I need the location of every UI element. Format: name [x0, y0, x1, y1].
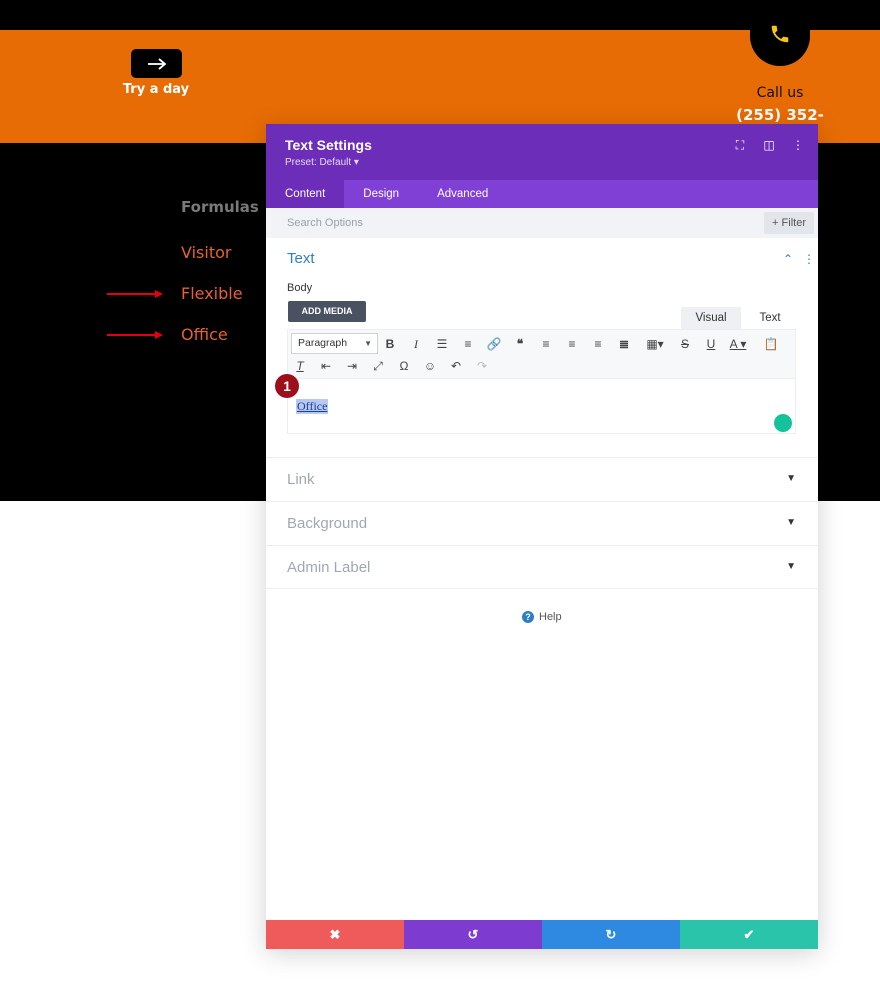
- plus-icon: +: [772, 217, 779, 229]
- modal-footer: ✖ ↺ ↻ ✔: [266, 920, 818, 949]
- page: Try a day Call us (255) 352-6258 Formula…: [0, 0, 880, 988]
- section-link-title: Link: [287, 471, 315, 488]
- chevron-down-icon: ▼: [786, 517, 796, 528]
- preset-selector[interactable]: Preset: Default ▾: [285, 157, 359, 168]
- numbered-list-icon[interactable]: ≡: [459, 335, 477, 353]
- phone-badge: [750, 0, 810, 66]
- tab-text[interactable]: Text: [744, 307, 796, 329]
- top-strip: [0, 0, 880, 30]
- help-icon: ?: [522, 611, 534, 623]
- align-center-icon[interactable]: ≡: [563, 335, 581, 353]
- red-arrow-annotation: [107, 290, 163, 298]
- section-admin-label-title: Admin Label: [287, 559, 371, 576]
- redo-icon: ↻: [605, 926, 617, 942]
- close-icon: ✖: [329, 926, 341, 942]
- caret-down-icon: ▼: [364, 339, 372, 348]
- strikethrough-icon[interactable]: S: [676, 335, 694, 353]
- menu-item-flexible[interactable]: Flexible: [181, 284, 243, 303]
- underline-icon[interactable]: U: [702, 335, 720, 353]
- chevron-down-icon: ▼: [786, 473, 796, 484]
- more-options-icon[interactable]: ⋮: [792, 138, 804, 152]
- justify-icon[interactable]: ≣: [615, 335, 633, 353]
- add-media-button[interactable]: ADD MEDIA: [288, 301, 366, 322]
- tab-visual[interactable]: Visual: [681, 307, 741, 329]
- blockquote-icon[interactable]: ❝: [511, 335, 529, 353]
- section-admin-label[interactable]: Admin Label ▼: [266, 545, 818, 589]
- section-background[interactable]: Background ▼: [266, 501, 818, 545]
- phone-icon: [771, 25, 789, 43]
- save-button[interactable]: ✔: [680, 920, 818, 949]
- undo-button[interactable]: ↺: [404, 920, 542, 949]
- filter-button[interactable]: + Filter: [764, 212, 814, 234]
- editor-selected-text[interactable]: Office: [296, 399, 329, 414]
- step-badge: 1: [275, 374, 299, 398]
- call-us-label: Call us: [756, 85, 804, 101]
- outdent-icon[interactable]: ⇥: [343, 357, 361, 375]
- align-right-icon[interactable]: ≡: [589, 335, 607, 353]
- format-select[interactable]: Paragraph ▼: [291, 333, 378, 354]
- editor-toolbar: Paragraph ▼ B I ☰ ≡ 🔗 ❝ ≡ ≡ ≡ ≣ ▦▾ S U A…: [287, 329, 796, 379]
- section-background-title: Background: [287, 515, 368, 532]
- redo-button[interactable]: ↻: [542, 920, 680, 949]
- help-label: Help: [539, 611, 562, 623]
- align-left-icon[interactable]: ≡: [537, 335, 555, 353]
- text-color-icon[interactable]: A ▾: [726, 335, 750, 353]
- header-actions: ⛶ ◫ ⋮: [734, 138, 804, 152]
- split-view-icon[interactable]: ◫: [763, 138, 775, 152]
- body-label: Body: [287, 282, 313, 294]
- undo-icon[interactable]: ↶: [447, 357, 465, 375]
- chevron-down-icon: ▼: [786, 561, 796, 572]
- text-settings-modal: Text Settings Preset: Default ▾ ⛶ ◫ ⋮ Co…: [266, 124, 818, 949]
- special-char-icon[interactable]: Ω: [395, 357, 413, 375]
- tab-design[interactable]: Design: [344, 180, 418, 208]
- section-link[interactable]: Link ▼: [266, 457, 818, 501]
- modal-title: Text Settings: [285, 137, 372, 153]
- formulas-heading: Formulas: [181, 198, 259, 216]
- search-options-input[interactable]: Search Options: [287, 217, 363, 229]
- tab-advanced[interactable]: Advanced: [418, 180, 507, 208]
- text-section-title[interactable]: Text: [287, 250, 315, 267]
- emoji-icon[interactable]: ☺: [421, 357, 439, 375]
- arrow-right-icon: [147, 57, 166, 70]
- clear-format-icon[interactable]: T: [291, 357, 309, 375]
- settings-tabs: Content Design Advanced: [266, 180, 818, 208]
- grammarly-icon[interactable]: [774, 414, 792, 432]
- paste-icon[interactable]: 📋: [762, 335, 780, 353]
- menu-item-visitor[interactable]: Visitor: [181, 243, 231, 262]
- chevron-up-icon[interactable]: ⌃: [783, 252, 793, 266]
- table-icon[interactable]: ▦▾: [643, 335, 667, 353]
- redo-icon[interactable]: ↷: [473, 357, 491, 375]
- try-arrow-button[interactable]: [131, 49, 182, 78]
- search-options-bar[interactable]: Search Options + Filter: [266, 208, 818, 238]
- section-options-icon[interactable]: ⋮: [803, 253, 815, 265]
- modal-header: Text Settings Preset: Default ▾ ⛶ ◫ ⋮: [266, 124, 818, 180]
- try-label: Try a day: [122, 82, 190, 97]
- link-icon[interactable]: 🔗: [485, 335, 503, 353]
- format-select-value: Paragraph: [298, 337, 348, 349]
- help-link[interactable]: ? Help: [522, 611, 562, 623]
- check-icon: ✔: [743, 926, 755, 942]
- tab-content[interactable]: Content: [266, 180, 345, 208]
- undo-icon: ↺: [467, 926, 479, 942]
- italic-icon[interactable]: I: [407, 335, 425, 353]
- bold-icon[interactable]: B: [381, 335, 399, 353]
- cancel-button[interactable]: ✖: [266, 920, 404, 949]
- fullscreen-icon[interactable]: ⤢: [369, 357, 387, 375]
- indent-icon[interactable]: ⇤: [317, 357, 335, 375]
- bullet-list-icon[interactable]: ☰: [433, 335, 451, 353]
- red-arrow-annotation: [107, 331, 163, 339]
- editor-content-area[interactable]: Office: [287, 379, 796, 434]
- filter-label: Filter: [781, 217, 806, 229]
- expand-icon[interactable]: ⛶: [734, 138, 746, 152]
- menu-item-office[interactable]: Office: [181, 325, 228, 344]
